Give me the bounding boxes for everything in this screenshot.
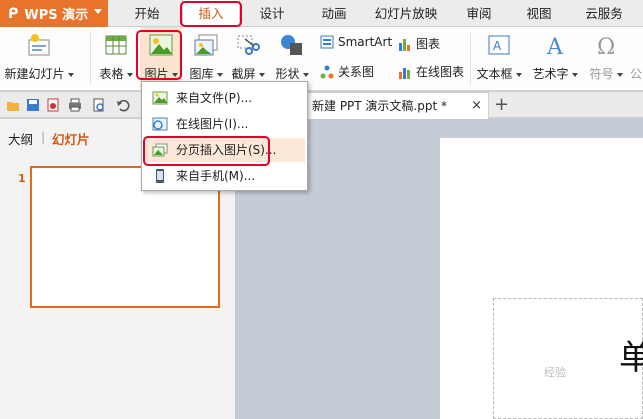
- menu-home[interactable]: 开始: [122, 0, 172, 27]
- relation-button[interactable]: 关系图: [320, 63, 374, 80]
- relation-label: 关系图: [338, 65, 375, 79]
- online-chart-icon: [399, 67, 410, 79]
- menu-from-file-label: 来自文件(P)...: [176, 91, 253, 105]
- svg-text:Ω: Ω: [597, 35, 615, 57]
- menu-design[interactable]: 设计: [248, 0, 296, 27]
- phone-icon: [156, 169, 164, 183]
- chevron-down-icon: [94, 9, 102, 14]
- gallery-icon: [194, 34, 218, 56]
- new-tab-button[interactable]: +: [494, 93, 509, 117]
- highlight-picture-button: [136, 30, 182, 80]
- print-preview-icon[interactable]: [92, 98, 106, 112]
- menu-from-phone-label: 来自手机(M)...: [176, 169, 256, 183]
- new-slide-icon: [28, 34, 50, 56]
- wps-logo-icon: ᑭ: [8, 5, 19, 22]
- symbol-button[interactable]: Ω 符号: [586, 27, 626, 89]
- gallery-label: 图库: [189, 67, 214, 81]
- chevron-down-icon: [515, 72, 522, 77]
- screenshot-label: 截屏: [231, 67, 256, 81]
- textbox-button[interactable]: A 文本框: [474, 27, 524, 89]
- export-pdf-icon[interactable]: [46, 98, 60, 112]
- chevron-down-icon: [571, 72, 578, 77]
- image-file-icon: [152, 91, 168, 105]
- app-name: WPS 演示: [24, 8, 89, 23]
- wordart-button[interactable]: A 艺术字: [530, 27, 580, 89]
- chevron-down-icon: [126, 72, 133, 77]
- slide-title-text: 单: [619, 338, 643, 378]
- menu-view[interactable]: 视图: [516, 0, 562, 27]
- chart-label: 图表: [416, 37, 441, 51]
- screenshot-button[interactable]: 截屏: [228, 27, 268, 89]
- undo-icon[interactable]: [116, 98, 130, 112]
- relation-icon: [320, 65, 334, 78]
- menu-from-phone[interactable]: 来自手机(M)...: [144, 164, 305, 188]
- smartart-button[interactable]: SmartArt: [320, 35, 392, 49]
- symbol-label: 符号: [589, 67, 614, 81]
- menu-online-picture-label: 在线图片(I)...: [176, 117, 249, 131]
- menu-online-picture[interactable]: 在线图片(I)...: [144, 112, 305, 136]
- chevron-down-icon: [67, 72, 74, 77]
- menu-slideshow[interactable]: 幻灯片放映: [368, 0, 444, 27]
- shape-label: 形状: [275, 67, 300, 81]
- omega-icon: Ω: [597, 35, 615, 57]
- wordart-icon: A: [546, 35, 564, 57]
- print-icon[interactable]: [68, 98, 82, 112]
- bar-chart-icon: [399, 38, 410, 51]
- new-slide-label: 新建幻灯片: [4, 67, 65, 81]
- textbox-label: 文本框: [476, 67, 513, 81]
- online-chart-label: 在线图表: [416, 65, 465, 79]
- shapes-icon: [281, 35, 302, 55]
- menu-from-file[interactable]: 来自文件(P)...: [144, 86, 305, 110]
- menu-review[interactable]: 审阅: [456, 0, 502, 27]
- ribbon-insert: 新建幻灯片 表格 图片 图库 截屏 形状 SmartArt 图表 关系图 在线图…: [0, 27, 643, 91]
- menu-cloud[interactable]: 云服务: [576, 0, 632, 27]
- svg-text:A: A: [546, 35, 564, 57]
- chevron-down-icon: [616, 72, 623, 77]
- smartart-icon: [320, 35, 334, 49]
- document-title: 新建 PPT 演示文稿.ppt *: [312, 99, 448, 113]
- chevron-down-icon: [258, 72, 265, 77]
- textbox-icon: A: [488, 35, 510, 55]
- wordart-label: 艺术字: [532, 67, 569, 81]
- new-slide-button[interactable]: 新建幻灯片: [4, 27, 74, 89]
- chevron-down-icon: [216, 72, 223, 77]
- table-label: 表格: [99, 67, 124, 81]
- online-image-icon: [152, 117, 168, 131]
- chart-button[interactable]: 图表: [398, 35, 440, 52]
- slide-number: 1: [18, 172, 26, 185]
- tab-outline[interactable]: 大纲: [8, 129, 33, 148]
- menu-bar: ᑭ WPS 演示 开始 插入 设计 动画 幻灯片放映 审阅 视图 云服务: [0, 0, 643, 28]
- wps-app-button[interactable]: ᑭ WPS 演示: [0, 0, 108, 27]
- divider: [90, 33, 91, 85]
- online-chart-button[interactable]: 在线图表: [398, 63, 464, 80]
- formula-button[interactable]: 公: [630, 27, 643, 89]
- gallery-button[interactable]: 图库: [186, 27, 226, 89]
- tab-divider: |: [41, 129, 46, 144]
- table-icon: [105, 35, 127, 55]
- menu-animation[interactable]: 动画: [310, 0, 358, 27]
- svg-text:A: A: [493, 39, 502, 53]
- chevron-down-icon: [302, 72, 309, 77]
- highlight-paged-picture-item: [143, 136, 270, 166]
- close-icon[interactable]: ×: [471, 93, 482, 119]
- tab-slides[interactable]: 幻灯片: [52, 129, 90, 148]
- open-folder-icon[interactable]: [6, 98, 20, 112]
- document-tab[interactable]: 新建 PPT 演示文稿.ppt * ×: [303, 92, 489, 119]
- smartart-label: SmartArt: [338, 35, 393, 49]
- divider: [470, 33, 471, 85]
- scissors-icon: [237, 35, 260, 55]
- save-icon[interactable]: [26, 98, 40, 112]
- formula-label: 公: [630, 67, 643, 81]
- highlight-insert-tab: [180, 1, 242, 27]
- shape-button[interactable]: 形状: [272, 27, 312, 89]
- table-button[interactable]: 表格: [96, 27, 136, 89]
- watermark: 经验: [544, 366, 566, 379]
